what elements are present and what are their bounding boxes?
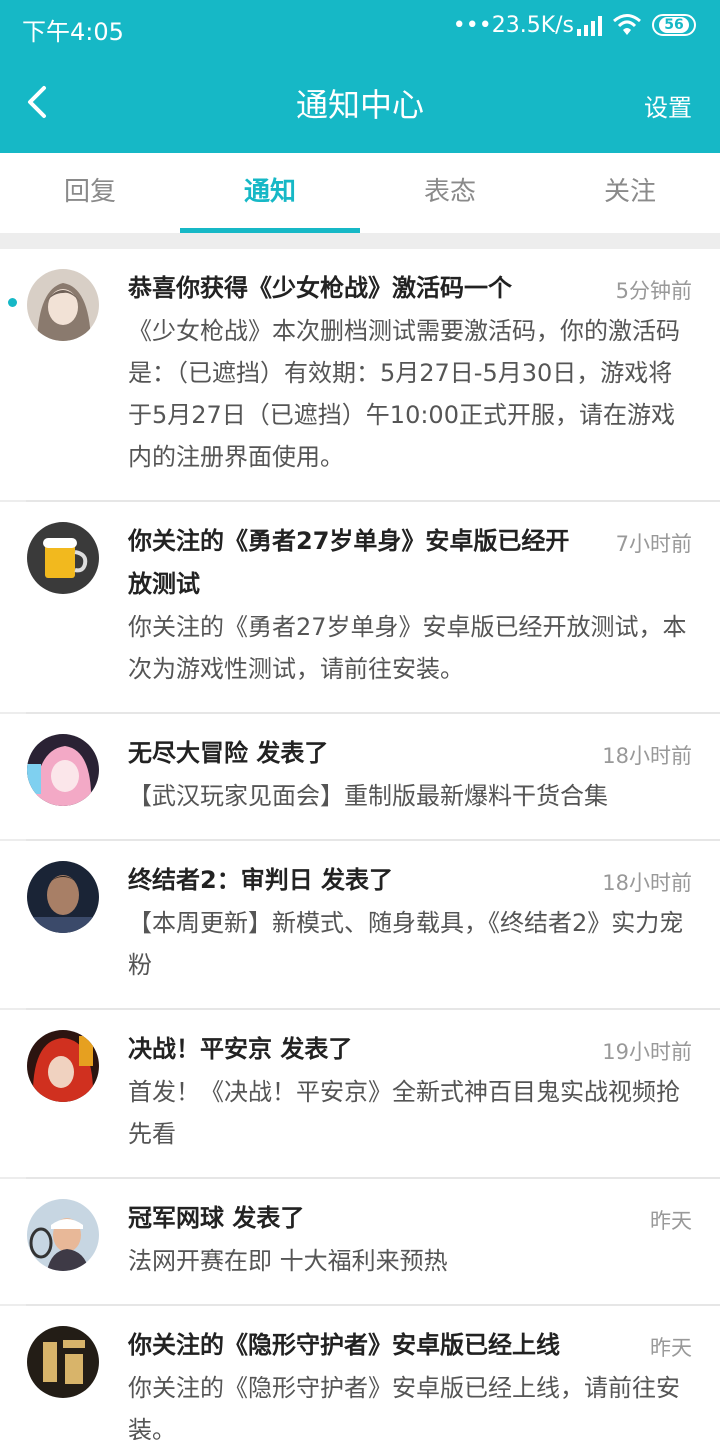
- page-title: 通知中心: [295, 86, 424, 124]
- notification-title: 你关注的《隐形守护者》安卓版已经上线: [128, 1331, 560, 1359]
- battery-icon: 56: [652, 14, 696, 36]
- tab-notifications[interactable]: 通知: [180, 153, 360, 233]
- tab-replies[interactable]: 回复: [0, 153, 180, 233]
- notification-item[interactable]: 你关注的《勇者27岁单身》安卓版已经开放测试 7小时前 你关注的《勇者27岁单身…: [0, 502, 720, 714]
- notification-body: 法网开赛在即 十大福利来预热: [128, 1247, 448, 1275]
- avatar: [27, 734, 99, 806]
- notification-title: 你关注的《勇者27岁单身》安卓版已经开放测试: [128, 527, 570, 598]
- notification-time: 18小时前: [602, 744, 692, 768]
- notification-item[interactable]: 冠军网球 发表了 昨天 法网开赛在即 十大福利来预热: [0, 1179, 720, 1306]
- tab-following[interactable]: 关注: [540, 153, 720, 233]
- notification-time: 昨天: [650, 1209, 692, 1233]
- notification-body: 《少女枪战》本次删档测试需要激活码，你的激活码是：（已遮挡）有效期：5月27日-…: [128, 317, 680, 471]
- tab-reactions[interactable]: 表态: [360, 153, 540, 233]
- avatar: [27, 269, 99, 341]
- notification-item[interactable]: 你关注的《隐形守护者》安卓版已经上线 昨天 你关注的《隐形守护者》安卓版已经上线…: [0, 1306, 720, 1440]
- notification-time: 18小时前: [602, 871, 692, 895]
- divider: [0, 233, 720, 249]
- avatar: [27, 1030, 99, 1102]
- notification-body: 你关注的《隐形守护者》安卓版已经上线，请前往安装。: [128, 1374, 680, 1440]
- notification-time: 7小时前: [615, 532, 692, 556]
- notification-time: 昨天: [650, 1336, 692, 1360]
- avatar: [27, 1199, 99, 1271]
- nav-bar: 通知中心 设置: [0, 54, 720, 153]
- app-header: 下午4:05 •••23.5K/s 56 通知中心 设置: [0, 0, 720, 153]
- avatar: [27, 522, 99, 594]
- settings-button[interactable]: 设置: [644, 88, 692, 123]
- battery-level: 56: [659, 17, 689, 33]
- notification-item[interactable]: 无尽大冒险 发表了 18小时前 【武汉玩家见面会】重制版最新爆料干货合集: [0, 714, 720, 841]
- notification-body: 首发！《决战！平安京》全新式神百目鬼实战视频抢先看: [128, 1078, 680, 1148]
- notification-item[interactable]: 决战！平安京 发表了 19小时前 首发！《决战！平安京》全新式神百目鬼实战视频抢…: [0, 1010, 720, 1179]
- notification-item[interactable]: 终结者2：审判日 发表了 18小时前 【本周更新】新模式、随身载具，《终结者2》…: [0, 841, 720, 1010]
- notification-item[interactable]: 恭喜你获得《少女枪战》激活码一个 5分钟前 《少女枪战》本次删档测试需要激活码，…: [0, 249, 720, 502]
- notification-body: 【武汉玩家见面会】重制版最新爆料干货合集: [128, 782, 608, 810]
- avatar: [27, 1326, 99, 1398]
- avatar: [27, 861, 99, 933]
- signal-icon: [577, 16, 602, 36]
- notification-title: 恭喜你获得《少女枪战》激活码一个: [128, 274, 512, 302]
- notification-time: 19小时前: [602, 1040, 692, 1064]
- network-speed: •••23.5K/s: [452, 13, 574, 38]
- notification-list: 恭喜你获得《少女枪战》激活码一个 5分钟前 《少女枪战》本次删档测试需要激活码，…: [0, 249, 720, 1440]
- wifi-icon: [613, 14, 641, 35]
- notification-body: 【本周更新】新模式、随身载具，《终结者2》实力宠粉: [128, 909, 684, 979]
- tab-bar: 回复 通知 表态 关注: [0, 153, 720, 233]
- notification-time: 5分钟前: [615, 279, 692, 303]
- notification-body: 你关注的《勇者27岁单身》安卓版已经开放测试，本次为游戏性测试，请前往安装。: [128, 613, 687, 683]
- unread-dot: [8, 298, 17, 307]
- notification-title: 冠军网球 发表了: [128, 1204, 305, 1232]
- status-time: 下午4:05: [22, 18, 124, 46]
- status-bar: 下午4:05 •••23.5K/s 56: [0, 0, 720, 54]
